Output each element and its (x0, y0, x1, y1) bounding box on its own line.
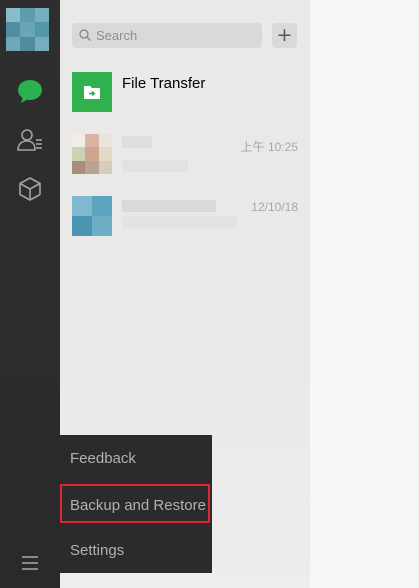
menu-item-label: Backup and Restore (70, 497, 206, 514)
chat-item[interactable]: 12/10/18 (60, 186, 310, 248)
menu-item-settings[interactable]: Settings (60, 527, 212, 573)
settings-popup-menu: Feedback Backup and Restore Settings (60, 435, 212, 573)
blurred-chat-name (122, 200, 216, 212)
menu-item-feedback[interactable]: Feedback (60, 435, 212, 481)
left-nav-bar (0, 0, 60, 588)
contact-avatar (72, 196, 112, 236)
hamburger-menu-icon[interactable] (15, 548, 45, 578)
menu-item-backup-and-restore[interactable]: Backup and Restore (60, 482, 212, 528)
chat-time: 上午 10:25 (240, 140, 298, 154)
blurred-message-preview (122, 160, 188, 172)
contact-avatar (72, 134, 112, 174)
search-input[interactable]: Search (72, 23, 262, 48)
conversation-area (310, 0, 419, 588)
blurred-chat-name (122, 136, 152, 148)
menu-item-label: Settings (70, 542, 125, 559)
search-icon (79, 29, 91, 41)
chat-name: File Transfer (122, 75, 206, 92)
chat-item[interactable]: 上午 10:25 (60, 124, 310, 186)
folder-arrow-icon (84, 86, 100, 99)
blurred-message-preview (122, 216, 237, 228)
contacts-icon[interactable] (15, 125, 45, 155)
add-chat-button[interactable]: + (272, 23, 297, 48)
user-avatar[interactable] (6, 8, 49, 51)
chat-item-file-transfer[interactable]: File Transfer (60, 62, 310, 124)
chat-time: 12/10/18 (251, 200, 298, 214)
search-placeholder: Search (96, 28, 138, 43)
menu-item-label: Feedback (70, 450, 136, 467)
plus-icon: + (276, 24, 293, 46)
file-transfer-avatar (72, 72, 112, 112)
chat-bubble-icon[interactable] (15, 76, 45, 106)
cube-icon[interactable] (15, 174, 45, 204)
